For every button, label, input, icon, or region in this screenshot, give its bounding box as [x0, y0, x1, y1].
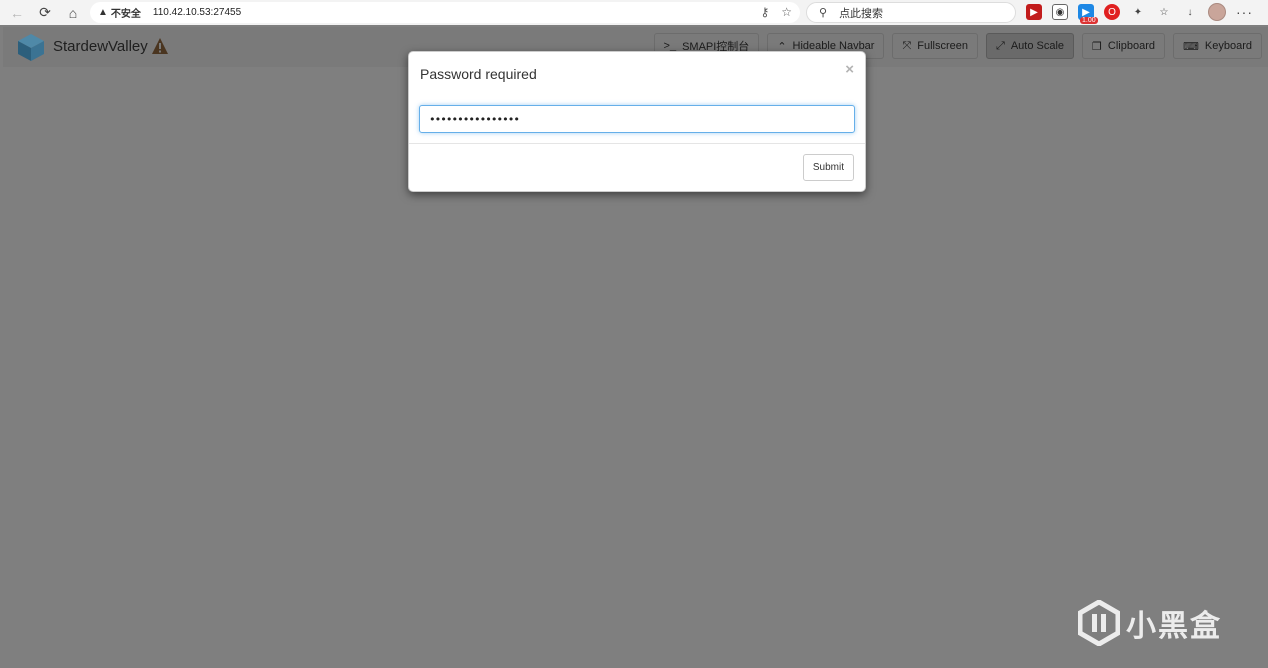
password-modal: Password required × Submit: [408, 51, 866, 192]
extensions-puzzle-icon[interactable]: ✦: [1130, 4, 1146, 20]
expand-icon: ⤧: [902, 39, 912, 52]
security-label: 不安全: [110, 9, 141, 20]
address-bar[interactable]: ▲ 不安全 110.42.10.53:27455 ⚷ ☆: [90, 2, 800, 23]
watermark: 小黑盒: [1078, 600, 1222, 646]
submit-button[interactable]: Submit: [802, 154, 854, 181]
brand-title[interactable]: StardewValley: [53, 38, 148, 55]
keyboard-button[interactable]: ⌨ Keyboard: [1173, 33, 1262, 59]
clipboard-button[interactable]: ❐ Clipboard: [1082, 33, 1166, 59]
modal-body: [409, 92, 865, 144]
warning-triangle-icon[interactable]: [151, 37, 169, 55]
favorites-icon[interactable]: ☆: [1156, 4, 1172, 20]
fullscreen-button[interactable]: ⤧ Fullscreen: [892, 33, 979, 59]
clipboard-icon: ❐: [1092, 40, 1102, 53]
keyboard-icon: ⌨: [1183, 40, 1199, 53]
auto-scale-button[interactable]: ⤢ Auto Scale: [986, 33, 1075, 59]
favorite-star-icon[interactable]: ☆: [781, 5, 792, 19]
auto-scale-label: Auto Scale: [1010, 40, 1065, 52]
password-input[interactable]: [419, 105, 855, 133]
extension-icon-red[interactable]: ▶: [1026, 4, 1042, 20]
back-icon[interactable]: ←: [6, 2, 28, 24]
key-icon[interactable]: ⚷: [760, 5, 769, 19]
extensions-bar: ▶ ◉ ▶ 1.00 O ✦ ☆ ↓ ···: [1026, 3, 1253, 24]
extension-badge: 1.00: [1080, 17, 1098, 24]
reload-icon[interactable]: ⟳: [34, 2, 56, 24]
keyboard-label: Keyboard: [1204, 40, 1252, 52]
extension-icon-video[interactable]: ▶ 1.00: [1078, 4, 1098, 24]
profile-avatar[interactable]: [1208, 3, 1226, 21]
opera-icon[interactable]: O: [1104, 4, 1120, 20]
close-icon[interactable]: ×: [845, 61, 854, 78]
url-text[interactable]: 110.42.10.53:27455: [153, 7, 241, 18]
heybox-logo-icon: [1078, 600, 1120, 646]
watermark-text: 小黑盒: [1126, 609, 1222, 644]
browser-search-box[interactable]: ⚲ 点此搜索: [806, 2, 1016, 23]
browser-toolbar: ← ⟳ ⌂ ▲ 不安全 110.42.10.53:27455 ⚷ ☆ ⚲ 点此搜…: [0, 0, 1268, 25]
menu-icon[interactable]: ···: [1236, 4, 1253, 20]
extension-icon-mask[interactable]: ◉: [1052, 4, 1068, 20]
warning-icon: ▲: [98, 7, 108, 18]
security-warning[interactable]: ▲ 不安全: [98, 5, 141, 20]
modal-title: Password required: [420, 66, 537, 82]
search-placeholder: 点此搜索: [839, 7, 884, 20]
fullscreen-label: Fullscreen: [917, 40, 969, 52]
download-icon[interactable]: ↓: [1182, 4, 1198, 20]
home-icon[interactable]: ⌂: [62, 2, 84, 24]
clipboard-label: Clipboard: [1107, 40, 1156, 52]
modal-header: Password required ×: [409, 52, 865, 92]
search-icon: ⚲: [819, 7, 828, 19]
resize-icon: ⤢: [996, 39, 1005, 52]
cube-logo-icon: [18, 34, 44, 61]
